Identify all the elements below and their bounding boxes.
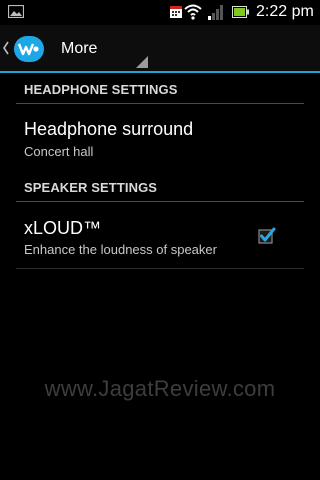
pref-title: Headphone surround [24,119,194,139]
pref-summary: Concert hall [24,144,94,159]
battery-icon [232,6,249,18]
status-bar: 2:22 pm [0,0,320,25]
action-bar [0,25,320,72]
section-header-speaker: SPEAKER SETTINGS [24,180,158,195]
section-header-headphone: HEADPHONE SETTINGS [24,82,178,97]
calendar-notification-icon [170,6,182,18]
xloud-checkbox[interactable] [258,227,276,245]
action-bar-divider [0,71,320,73]
dropdown-triangle-icon[interactable] [136,56,148,68]
pref-summary: Enhance the loudness of speaker [24,242,217,257]
signal-icon [208,5,223,20]
watermark-text: www.JagatReview.com [44,376,276,401]
list-divider [16,268,304,269]
walkman-icon[interactable] [14,36,44,62]
status-time: 2:22 pm [256,3,314,20]
section-divider [16,103,304,104]
gallery-icon [8,5,24,18]
action-bar-title[interactable]: More [61,40,97,58]
section-divider [16,201,304,202]
pref-headphone-surround[interactable]: Headphone surround Concert hall [0,112,320,168]
pref-title: xLOUD™ [24,218,102,238]
chevron-left-icon[interactable] [2,38,10,58]
wifi-icon [184,4,202,20]
